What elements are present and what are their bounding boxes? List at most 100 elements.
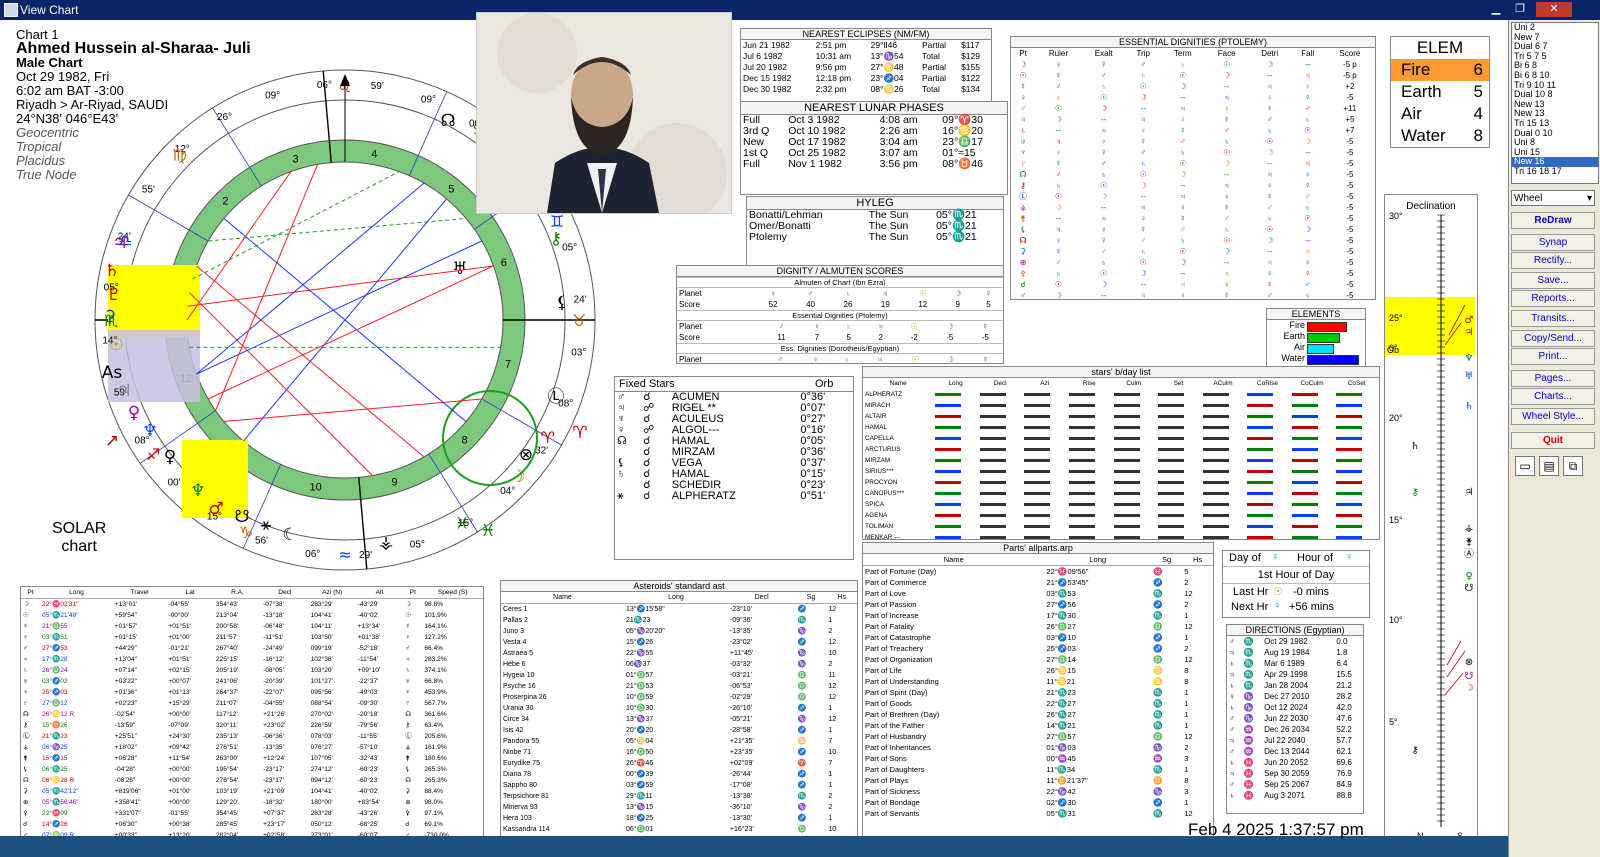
planet-row-cell: 05°♏21'48" [42,612,79,619]
planet-row-cell: 267°40' [215,645,239,652]
chart-list-item[interactable]: Tri 16 18 17 [1512,166,1598,177]
planet-row-cell: 26°♎24 [42,667,68,674]
part-row-cell: Part of Organization [865,655,933,664]
planet-row-cell: 276°54' [215,777,239,784]
zodiac-sign-icon: ♓ [455,514,469,533]
star-cell [1334,521,1379,532]
planet-row-cell: 06°♑25 [42,744,68,751]
reports-button[interactable]: Reports... [1511,290,1595,307]
part-row-cell: ♏ [1152,710,1163,719]
part-row-cell: 2 [1184,600,1189,609]
rectify-button[interactable]: Rectify... [1511,252,1595,269]
star-cell [1334,499,1379,510]
direction-row: ♃ ♒ Jul 22 2040 57.7 [1227,735,1363,746]
redraw-button[interactable]: ReDraw [1511,212,1595,229]
star-cell [978,444,1023,455]
part-row: Part of Goods 22°♏27 ♏ 1 [863,698,1213,709]
copy-send-button[interactable]: Copy/Send... [1511,330,1595,347]
asteroid-row-cell: 1 [828,705,833,712]
transits-button[interactable]: Transits... [1511,310,1595,327]
star-cell [1067,411,1112,422]
star-cell [1022,433,1067,444]
print-button[interactable]: Print... [1511,348,1595,365]
direction-row-cell: ♓ [1243,791,1254,800]
planet-row-cell: ⚸ [405,766,411,773]
wheel-degree-label: 05° [562,243,577,254]
star-cell [978,433,1023,444]
planet-row-cell: 03°♐02 [42,678,68,685]
close-icon[interactable]: ✕ [1536,2,1572,17]
asteroid-row-cell: Urania 30 [503,705,534,712]
quit-button[interactable]: Quit [1511,432,1595,449]
asteroid-row-cell: ♐ [797,815,807,822]
part-row: Part of Life 26°♋15 ♋ 8 [863,665,1213,676]
planet-row-cell: ☊ [405,777,412,784]
dignity-planet-row-cell: ♃ [882,289,889,298]
dignity-cell: -5 [1346,258,1354,267]
asteroid-row: Niobe 71 16°♎50 +23°35' ♐ 10 [501,747,857,758]
asteroid-row-cell: -26°10' [729,705,752,712]
direction-row-cell: Jul 22 2040 [1264,736,1306,745]
chart-list[interactable]: Uni 2 New 7 Dual 6 7 Tri 5 7 5 Bi 6 8 Bi 6 8 … [1511,22,1599,184]
eclipse-row-cell: 27°♋48 [870,62,904,72]
dignity-cell: ⊕ [1019,258,1027,267]
star-cell [1290,422,1335,433]
pages-button[interactable]: Pages... [1511,370,1595,387]
dignity-planet-row-cell: ♀ [770,289,777,298]
part-row: Part of Fatality 26°♎27 ♎ 12 [863,621,1213,632]
wheel-select[interactable]: Wheel ▾ [1511,190,1595,206]
wheel-style-button[interactable]: Wheel Style... [1511,408,1595,425]
planet-row-cell: -60°23' [357,766,379,773]
star-cell [1245,532,1290,539]
star-cell [933,433,978,444]
dignity-cell: ♄ [1020,126,1027,135]
part-row: Part of Love 03°♏53 ♏ 12 [863,588,1213,599]
dignity-cell: -- [1267,71,1273,80]
star-cell [1067,400,1112,411]
monitor-icon[interactable]: ▭ [1515,456,1535,476]
part-row-cell: ♐ [1152,578,1163,587]
dignity-cell: ☽ [1019,60,1027,69]
declination-obliquity-label: Ob [1387,345,1399,355]
star-cell [1334,477,1379,488]
dignity-row: ♆ ♀ ☿ ♂ ♄ ☉ ☽ -- -5 [1011,147,1375,158]
minimize-icon[interactable]: ▁ [1486,2,1506,17]
eclipses-table: Jun 21 1982 2:51 pm 29°Ⅱ46 Partial $117 Jul 6… [741,40,991,95]
asteroid-row-cell: 1 [828,815,833,822]
dignity-cell: -5 [1346,280,1354,289]
part-row-cell: 22°♓09'56" [1046,567,1089,576]
part-row-cell: ♏ [1152,721,1163,730]
star-cell [1022,477,1067,488]
star-name: SPICA [865,501,885,508]
dignity-cell: ⚸ [1020,225,1027,234]
dignity-body: Almuten of Chart (Ibn Ezra) Planet ♀ ♂ ♄ ♃ ☉ ☽ ☿… [677,277,1003,363]
dignity-planet-row-cell: ☽ [954,289,962,298]
save-button[interactable]: Save... [1511,272,1595,289]
star-cell [1112,488,1157,499]
dignity-section-table: Planet ♂ ♀ ♄ ♃ ☉ ☽ ☿ Score 11 7 5 2 -2 -5 -5 [677,321,1003,343]
dignity-cell: ☉ [1100,269,1108,278]
charts-button[interactable]: Charts... [1511,388,1595,405]
part-row-cell: 2 [1184,743,1189,752]
planet-row-cell: 195°54' [215,766,239,773]
copy-icon[interactable]: ⧉ [1563,456,1583,476]
part-row-cell: ♏ [1152,699,1163,708]
star-cell [1112,422,1157,433]
planet-glyph-icon: Ⓛ [548,387,565,407]
maximize-icon[interactable]: ❐ [1510,2,1530,17]
asteroid-row-cell: -09°36' [729,617,752,624]
day-hour-panel: Day of ♀ Hour of ♀ 1st Hour of Day Last … [1222,550,1370,618]
asteroid-row: Proserpina 26 10°♎59 -02°29' ♎ 12 [501,692,857,703]
direction-row: ♃ ♏ Aug 19 1984 1.8 [1227,647,1363,658]
star-row: CAPELLA [863,433,1379,444]
eclipse-row-cell: 13°♑54 [870,51,904,61]
dignity-cell: ♃ [1266,82,1273,91]
table-header-cell: CoCulm [1300,380,1324,387]
printer-icon[interactable]: ▤ [1539,456,1559,476]
part-row-cell: Part of Understanding [865,677,939,686]
direction-row-cell: ♂ [1229,637,1235,646]
planet-row-cell: ☊ [23,711,29,718]
dignity-cell: ☽ [1223,159,1231,168]
synap-button[interactable]: Synap [1511,234,1595,251]
direction-row-cell: ♒ [1243,725,1254,734]
